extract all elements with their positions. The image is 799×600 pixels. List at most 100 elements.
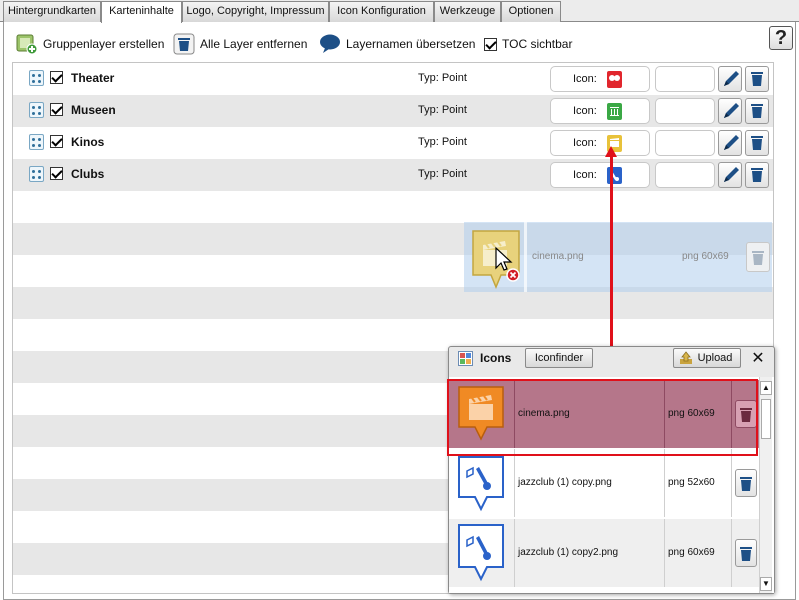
icon-filename: jazzclub (1) copy.png xyxy=(517,449,665,517)
layer-extra-field[interactable] xyxy=(655,66,715,92)
upload-button[interactable]: Upload xyxy=(673,348,741,368)
drag-handle-icon[interactable] xyxy=(29,166,44,182)
edit-button[interactable] xyxy=(718,162,742,188)
trash-icon xyxy=(740,547,752,561)
scroll-down-icon[interactable]: ▼ xyxy=(760,577,772,591)
trash-icon xyxy=(752,251,764,265)
tab-karteninhalte[interactable]: Karteninhalte xyxy=(101,1,182,23)
delete-button[interactable] xyxy=(735,469,757,497)
drag-handle-icon[interactable] xyxy=(29,134,44,150)
drag-handle-icon[interactable] xyxy=(29,102,44,118)
layer-name: Museen xyxy=(71,103,116,117)
icon-list-item[interactable]: cinema.png png 60x69 xyxy=(449,380,759,448)
icon-label: Icon: xyxy=(573,73,597,85)
layer-icon-selector[interactable]: Icon: xyxy=(550,66,650,92)
layer-type: Typ: Point xyxy=(418,104,467,116)
trash-icon xyxy=(740,408,752,422)
translate-layer-names-button[interactable]: Layernamen übersetzen xyxy=(319,33,475,55)
layer-extra-field[interactable] xyxy=(655,130,715,156)
theater-icon xyxy=(607,71,622,88)
icon-actions xyxy=(733,449,759,517)
scrollbar[interactable]: ▲ ▼ xyxy=(759,377,772,593)
toc-visible-toggle[interactable]: TOC sichtbar xyxy=(484,33,572,55)
icon-actions xyxy=(733,380,759,448)
layer-icon-selector[interactable]: Icon: xyxy=(550,98,650,124)
cinema-icon xyxy=(449,380,515,448)
delete-button[interactable] xyxy=(745,66,769,92)
jazzclub-icon xyxy=(449,449,515,517)
close-icon[interactable]: ✕ xyxy=(749,349,767,367)
layer-icon-selector[interactable]: Icon: xyxy=(550,162,650,188)
icon-label: Icon: xyxy=(573,137,597,149)
edit-button[interactable] xyxy=(718,130,742,156)
layer-icon-selector[interactable]: Icon: xyxy=(550,130,650,156)
layer-visible-checkbox[interactable] xyxy=(50,135,63,148)
icon-filename: cinema.png xyxy=(517,380,665,448)
trash-icon xyxy=(751,136,763,150)
layer-visible-checkbox[interactable] xyxy=(50,71,63,84)
group-layer-add-icon xyxy=(16,33,38,55)
remove-all-layers-button[interactable]: Alle Layer entfernen xyxy=(173,33,307,55)
layer-visible-checkbox[interactable] xyxy=(50,103,63,116)
icon-actions xyxy=(733,519,759,587)
tab-hintergrundkarten[interactable]: Hintergrundkarten xyxy=(3,1,101,22)
dialog-header: Icons Iconfinder Upload ✕ xyxy=(449,347,774,371)
layer-extra-field[interactable] xyxy=(655,98,715,124)
toc-visible-checkbox[interactable] xyxy=(484,37,497,51)
layer-type: Typ: Point xyxy=(418,168,467,180)
drag-ghost-row: cinema.png png 60x69 xyxy=(464,222,772,292)
icon-label: Icon: xyxy=(573,105,597,117)
tab-bar: Hintergrundkarten Karteninhalte Logo, Co… xyxy=(0,0,799,23)
tab-icon-konfiguration[interactable]: Icon Konfiguration xyxy=(329,1,434,22)
divider xyxy=(524,222,527,292)
icon-size: png 60x69 xyxy=(667,380,732,448)
layer-visible-checkbox[interactable] xyxy=(50,167,63,180)
trash-icon xyxy=(751,104,763,118)
edit-button[interactable] xyxy=(718,98,742,124)
layer-type: Typ: Point xyxy=(418,136,467,148)
trash-icon xyxy=(740,477,752,491)
upload-label: Upload xyxy=(697,352,733,364)
upload-icon xyxy=(679,351,693,371)
translate-layer-names-label: Layernamen übersetzen xyxy=(346,37,476,51)
icon-list-item[interactable]: jazzclub (1) copy.png png 52x60 xyxy=(449,449,759,517)
cinema-icon xyxy=(470,228,522,293)
pencil-icon xyxy=(724,167,739,182)
icon-size: png 60x69 xyxy=(667,519,732,587)
grid-icon xyxy=(458,351,473,369)
delete-button[interactable] xyxy=(745,98,769,124)
add-group-layer-button[interactable]: Gruppenlayer erstellen xyxy=(16,33,164,55)
icon-list: cinema.png png 60x69 jazzclub (1) copy.p… xyxy=(449,377,774,593)
tab-werkzeuge[interactable]: Werkzeuge xyxy=(434,1,501,22)
layer-name: Theater xyxy=(71,71,115,85)
drag-handle-icon[interactable] xyxy=(29,70,44,86)
delete-button[interactable] xyxy=(745,162,769,188)
help-button[interactable]: ? xyxy=(769,26,793,50)
scrollbar-thumb[interactable] xyxy=(761,399,771,439)
layer-row-theater: Theater Typ: Point Icon: xyxy=(13,63,773,95)
tab-logo-copyright-impressum[interactable]: Logo, Copyright, Impressum xyxy=(182,1,329,22)
icon-label: Icon: xyxy=(573,169,597,181)
arrow-head-icon xyxy=(605,146,617,157)
trash-icon xyxy=(751,168,763,182)
delete-button[interactable] xyxy=(735,400,757,428)
jazzclub-icon xyxy=(449,519,515,587)
pencil-icon xyxy=(724,103,739,118)
trash-icon xyxy=(751,72,763,86)
delete-button[interactable] xyxy=(735,539,757,567)
layer-extra-field[interactable] xyxy=(655,162,715,188)
scroll-up-icon[interactable]: ▲ xyxy=(760,381,772,395)
icon-filename: jazzclub (1) copy2.png xyxy=(517,519,665,587)
icon-size: png 52x60 xyxy=(667,449,732,517)
delete-button[interactable] xyxy=(745,130,769,156)
layer-name: Kinos xyxy=(71,135,105,149)
pencil-icon xyxy=(724,135,739,150)
add-group-layer-label: Gruppenlayer erstellen xyxy=(43,37,165,51)
tab-optionen[interactable]: Optionen xyxy=(501,1,561,22)
toc-visible-label: TOC sichtbar xyxy=(502,37,573,51)
edit-button[interactable] xyxy=(718,66,742,92)
museum-icon xyxy=(607,103,622,120)
iconfinder-button[interactable]: Iconfinder xyxy=(525,348,593,368)
icon-list-item[interactable]: jazzclub (1) copy2.png png 60x69 xyxy=(449,519,759,587)
dialog-title: Icons xyxy=(480,351,512,365)
